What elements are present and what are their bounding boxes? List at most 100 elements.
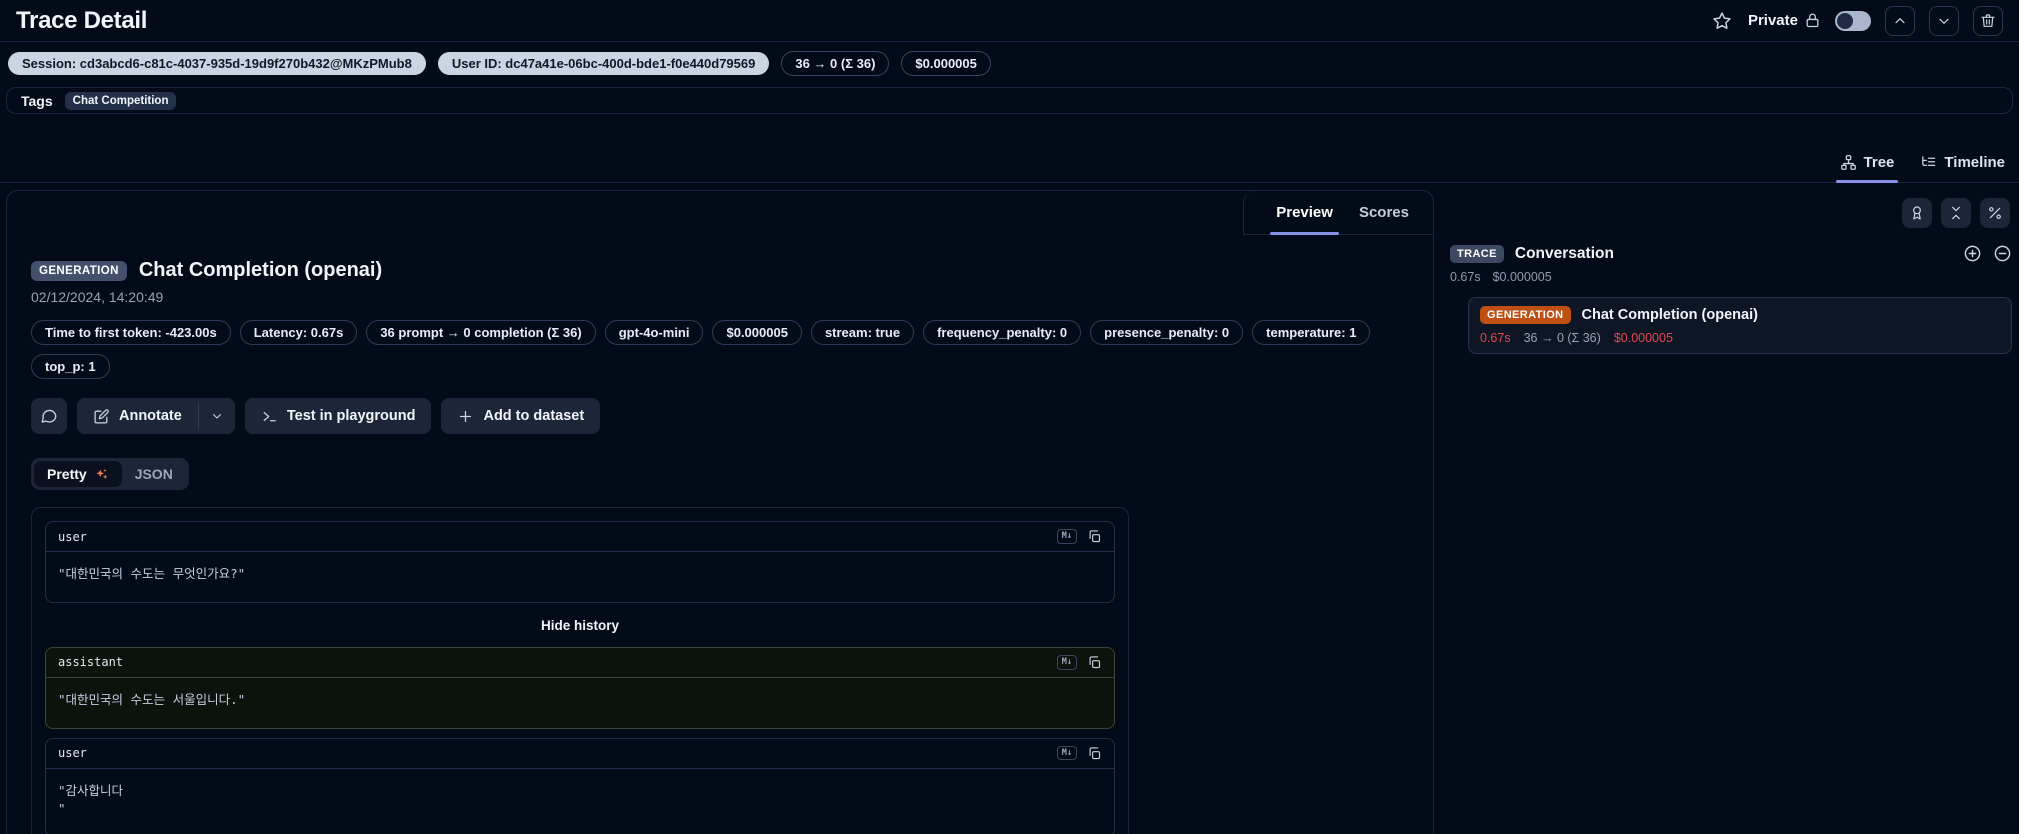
generation-type-badge: GENERATION <box>1480 306 1571 324</box>
meta-badge-temperature: temperature: 1 <box>1252 320 1371 345</box>
meta-badge-model[interactable]: gpt-4o-mini <box>604 320 704 345</box>
observation-actions-row: Annotate Test in playground Add to datas… <box>31 398 1409 434</box>
message-role: user <box>58 529 87 544</box>
toggle-metrics-button[interactable] <box>1980 198 2010 228</box>
comment-icon <box>41 409 57 423</box>
annotate-button[interactable]: Annotate <box>77 398 198 434</box>
annotate-dropdown-button[interactable] <box>199 398 235 434</box>
message-tools: M↓ <box>1056 529 1102 544</box>
message-header: user M↓ <box>46 739 1114 769</box>
public-toggle[interactable] <box>1835 10 1871 31</box>
tree-controls <box>1450 198 2012 228</box>
tab-timeline-label: Timeline <box>1944 153 2005 171</box>
minus-circle-icon <box>1994 245 2011 262</box>
generation-type-badge: GENERATION <box>31 260 127 281</box>
previous-trace-button[interactable] <box>1885 5 1915 36</box>
trace-tree-root[interactable]: TRACE Conversation <box>1450 244 2012 263</box>
copy-button[interactable] <box>1087 655 1102 670</box>
copy-button[interactable] <box>1087 746 1102 761</box>
message-content: "대한민국의 수도는 무엇인가요?" <box>58 566 246 581</box>
observation-meta-badges: Time to first token: -423.00s Latency: 0… <box>31 320 1371 379</box>
meta-badge-frequency-penalty: frequency_penalty: 0 <box>923 320 1082 345</box>
message-card-user-2: user M↓ "감사합니다 " <box>45 737 1115 834</box>
sparkles-icon <box>96 468 108 479</box>
tags-container: Tags Chat Competition <box>6 87 2013 114</box>
lock-icon <box>1806 13 1819 28</box>
tags-label: Tags <box>21 92 53 109</box>
markdown-toggle-icon[interactable]: M↓ <box>1056 745 1077 761</box>
message-content: "감사합니다 " <box>58 782 124 817</box>
pretty-label: Pretty <box>47 466 87 482</box>
generation-latency: 0.67s <box>1480 331 1511 345</box>
user-id-badge[interactable]: User ID: dc47a41e-06bc-400d-bde1-f0e440d… <box>437 52 770 75</box>
tab-timeline[interactable]: Timeline <box>1920 152 2005 182</box>
tree-item-generation[interactable]: GENERATION Chat Completion (openai) 0.67… <box>1468 297 2012 354</box>
comment-button[interactable] <box>31 398 67 434</box>
tab-tree-label: Tree <box>1863 153 1895 171</box>
tab-preview[interactable]: Preview <box>1270 191 1339 235</box>
tab-scores[interactable]: Scores <box>1359 191 1409 234</box>
tag-chip[interactable]: Chat Competition <box>64 91 177 110</box>
add-to-dataset-label: Add to dataset <box>483 408 585 424</box>
percent-icon <box>1989 207 2001 219</box>
copy-icon <box>1089 656 1101 668</box>
message-card-user-1: user M↓ "대한민국의 수도는 무엇인가요?" <box>45 521 1115 603</box>
test-in-playground-button[interactable]: Test in playground <box>244 398 432 434</box>
observation-header: GENERATION Chat Completion (openai) <box>31 259 1409 282</box>
delete-trace-button[interactable] <box>1973 5 2003 36</box>
header-actions: Private <box>1710 5 2003 36</box>
trace-latency: 0.67s <box>1450 270 1481 284</box>
session-badge[interactable]: Session: cd3abcd6-c81c-4037-935d-19d9f27… <box>8 52 426 75</box>
trace-cost: $0.000005 <box>1492 270 1552 284</box>
trace-type-badge: TRACE <box>1450 244 1504 263</box>
annotate-split-button: Annotate <box>77 398 235 434</box>
privacy-label-group: Private <box>1748 12 1821 29</box>
toggle-knob <box>1837 12 1853 29</box>
generation-cost: $0.000005 <box>1613 331 1673 345</box>
message-role: assistant <box>58 655 124 670</box>
chevron-up-icon <box>1895 17 1905 23</box>
hide-history-button[interactable]: Hide history <box>45 618 1115 633</box>
timeline-icon <box>1922 155 1936 166</box>
trash-icon <box>1981 13 1995 27</box>
collapse-all-button[interactable] <box>1941 198 1971 228</box>
meta-badge-stream: stream: true <box>810 320 915 345</box>
message-tools: M↓ <box>1056 745 1102 761</box>
message-role: user <box>58 746 87 760</box>
format-tab-json[interactable]: JSON <box>122 461 186 487</box>
meta-badge-presence-penalty: presence_penalty: 0 <box>1090 320 1244 345</box>
token-usage-badge: 36 → 0 (Σ 36) <box>781 51 890 76</box>
markdown-toggle-icon[interactable]: M↓ <box>1056 655 1077 670</box>
meta-badge-token-usage: 36 prompt → 0 completion (Σ 36) <box>366 320 596 345</box>
copy-icon <box>1089 530 1101 543</box>
view-mode-tabs: Tree Timeline <box>0 152 2019 183</box>
toggle-scores-button[interactable] <box>1902 198 1932 228</box>
preview-scores-tabs: Preview Scores <box>1243 191 1433 235</box>
markdown-toggle-icon[interactable]: M↓ <box>1056 529 1077 544</box>
tab-tree[interactable]: Tree <box>1835 152 1899 183</box>
observation-title: Chat Completion (openai) <box>138 259 383 281</box>
test-in-playground-label: Test in playground <box>286 408 416 424</box>
bookmark-star-button[interactable] <box>1710 9 1734 33</box>
message-card-assistant: assistant M↓ "대한민국의 수도는 서울입니다." <box>45 646 1115 729</box>
meta-badge-time-to-first-token: Time to first token: -423.00s <box>31 320 231 345</box>
expand-all-button[interactable] <box>1963 244 1982 263</box>
add-to-dataset-button[interactable]: Add to dataset <box>441 398 601 434</box>
page-title: Trace Detail <box>16 6 148 34</box>
message-header: assistant M↓ <box>46 648 1114 678</box>
tree-item-title: Chat Completion (openai) <box>1581 307 1758 323</box>
format-tab-pretty[interactable]: Pretty <box>34 461 122 487</box>
collapse-tree-button[interactable] <box>1993 244 2012 263</box>
trace-tree-panel: TRACE Conversation 0.67s $0.000005 GENER… <box>1450 190 2012 354</box>
tree-item-header: GENERATION Chat Completion (openai) <box>1480 306 2000 324</box>
next-trace-button[interactable] <box>1929 5 1959 36</box>
messages-container: user M↓ "대한민국의 수도는 무엇인가요?" Hide history … <box>31 507 1129 834</box>
copy-button[interactable] <box>1087 529 1102 544</box>
observation-detail-panel: Preview Scores GENERATION Chat Completio… <box>6 190 1434 834</box>
observation-timestamp: 02/12/2024, 14:20:49 <box>31 289 164 305</box>
plus-icon <box>460 410 472 422</box>
total-cost-badge: $0.000005 <box>901 51 991 76</box>
meta-badge-latency: Latency: 0.67s <box>239 320 358 345</box>
terminal-icon <box>263 411 276 421</box>
annotate-button-label: Annotate <box>119 408 182 424</box>
